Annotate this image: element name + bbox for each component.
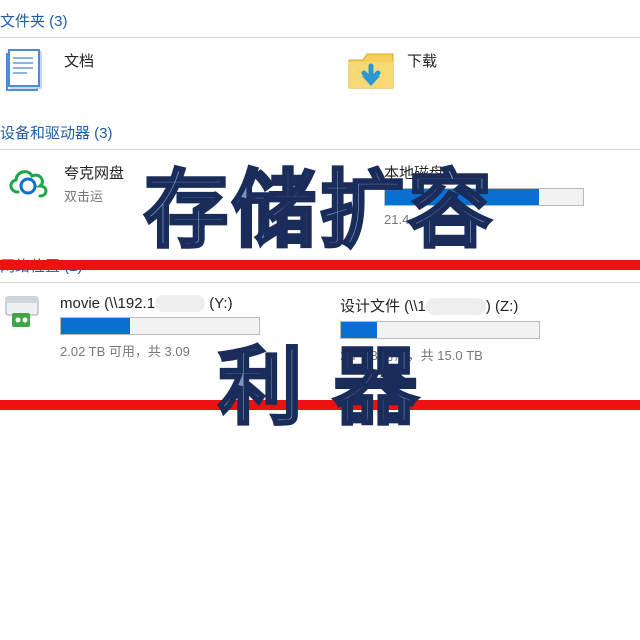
section-devices-header[interactable]: 设备和驱动器 (3) — [0, 112, 640, 150]
device-quark-sub: 双击运 — [64, 186, 124, 205]
highlight-bar-bottom — [0, 400, 640, 410]
folders-row: 文档 下载 — [0, 46, 640, 94]
device-quark-name: 夸克网盘 — [64, 162, 124, 183]
documents-icon — [4, 46, 52, 94]
folder-downloads-label: 下载 — [407, 50, 437, 71]
network-design-name: 设计文件 (\\1XXXXXX) (Z:) — [340, 295, 540, 316]
network-row: movie (\\192.1XXXXX (Y:) 2.02 TB 可用，共 3.… — [0, 291, 640, 364]
device-disk-capacity: 21.4 100 GB — [384, 212, 584, 227]
network-design-bar — [340, 321, 540, 339]
folder-documents[interactable]: 文档 — [4, 46, 297, 94]
network-drive-icon — [4, 291, 48, 335]
network-movie-capacity: 2.02 TB 可用，共 3.09 — [60, 341, 260, 360]
devices-row: 夸克网盘 双击运 本地磁盘 21.4 100 GB — [0, 158, 640, 227]
device-quark[interactable]: 夸克网盘 双击运 — [4, 158, 312, 227]
device-disk-name: 本地磁盘 — [384, 162, 584, 183]
cloud-icon — [4, 158, 52, 206]
highlight-bar-top — [0, 260, 640, 270]
section-folders-header[interactable]: 文件夹 (3) — [0, 0, 640, 38]
folder-downloads[interactable]: 下载 — [347, 46, 640, 94]
folder-documents-label: 文档 — [64, 50, 94, 71]
network-movie[interactable]: movie (\\192.1XXXXX (Y:) 2.02 TB 可用，共 3.… — [4, 291, 312, 364]
downloads-icon — [347, 46, 395, 94]
device-local-disk[interactable]: 本地磁盘 21.4 100 GB — [332, 158, 640, 227]
network-design-capacity: 2.7 TB 可用，共 15.0 TB — [340, 345, 540, 364]
device-disk-bar — [384, 188, 584, 206]
network-movie-name: movie (\\192.1XXXXX (Y:) — [60, 295, 260, 312]
network-movie-bar — [60, 317, 260, 335]
network-design[interactable]: 设计文件 (\\1XXXXXX) (Z:) 2.7 TB 可用，共 15.0 T… — [332, 291, 640, 364]
